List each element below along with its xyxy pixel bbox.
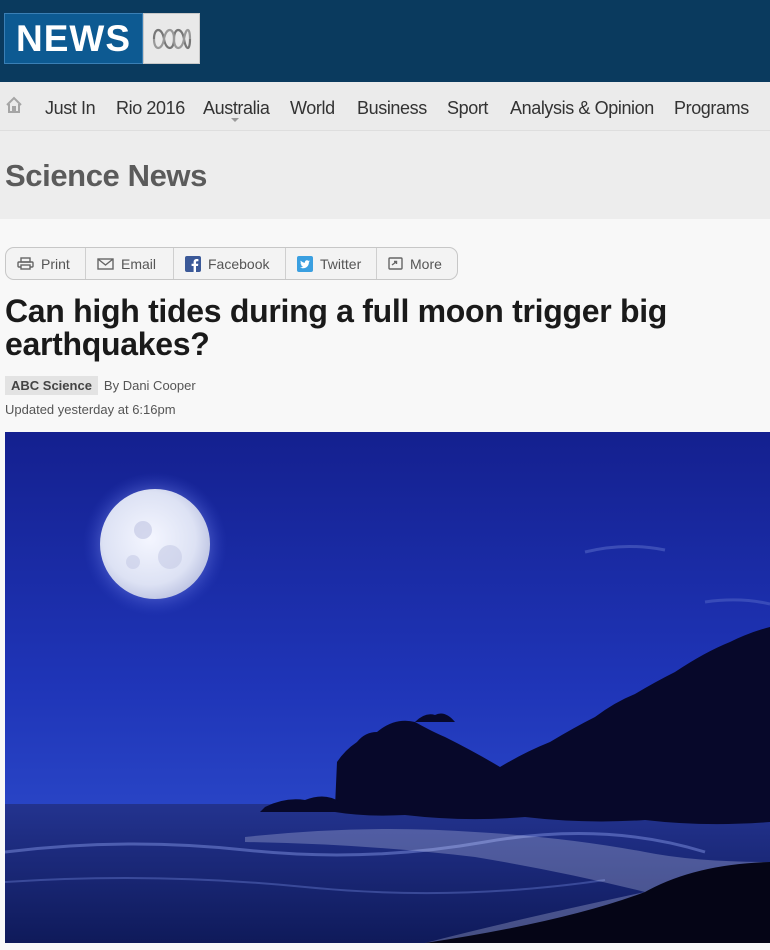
- moonlit-coast-illustration: [5, 432, 770, 943]
- more-button[interactable]: More: [377, 248, 457, 279]
- nav-item-just-in[interactable]: Just In: [45, 98, 96, 119]
- twitter-icon: [297, 255, 313, 272]
- facebook-label: Facebook: [208, 255, 270, 272]
- nav-item-australia[interactable]: Australia: [203, 98, 270, 119]
- home-icon[interactable]: [5, 96, 23, 114]
- envelope-icon: [97, 257, 114, 270]
- article-hero-image: [5, 432, 770, 943]
- twitter-button[interactable]: Twitter: [286, 248, 377, 279]
- more-label: More: [410, 255, 442, 272]
- author-byline: By Dani Cooper: [103, 377, 196, 393]
- nav-item-analysis-opinion[interactable]: Analysis & Opinion: [510, 98, 654, 119]
- updated-timestamp: Updated yesterday at 6:16pm: [5, 402, 176, 417]
- byline: ABC Science By Dani Cooper: [5, 375, 196, 395]
- source-tag[interactable]: ABC Science: [5, 375, 98, 395]
- share-toolbar: Print Email Facebook Twitter More: [5, 247, 458, 280]
- nav-item-programs[interactable]: Programs: [674, 98, 749, 119]
- abc-lissajous-icon: [143, 13, 200, 64]
- email-label: Email: [121, 255, 157, 272]
- article-headline: Can high tides during a full moon trigge…: [5, 293, 668, 362]
- section-title[interactable]: Science News: [5, 158, 207, 194]
- nav-item-sport[interactable]: Sport: [447, 98, 488, 119]
- printer-icon: [17, 257, 34, 270]
- dropdown-caret-icon: [231, 118, 239, 122]
- email-button[interactable]: Email: [86, 248, 174, 279]
- nav-item-business[interactable]: Business: [357, 98, 427, 119]
- abc-news-logo[interactable]: NEWS: [4, 13, 200, 64]
- facebook-icon: [185, 255, 201, 272]
- twitter-label: Twitter: [320, 255, 362, 272]
- logo-news-text: NEWS: [4, 13, 143, 64]
- print-label: Print: [41, 255, 70, 272]
- facebook-button[interactable]: Facebook: [174, 248, 286, 279]
- nav-item-world[interactable]: World: [290, 98, 335, 119]
- print-button[interactable]: Print: [6, 248, 86, 279]
- main-nav: Just In Rio 2016 Australia World Busines…: [0, 82, 770, 131]
- share-more-icon: [388, 257, 403, 270]
- nav-item-rio-2016[interactable]: Rio 2016: [116, 98, 185, 119]
